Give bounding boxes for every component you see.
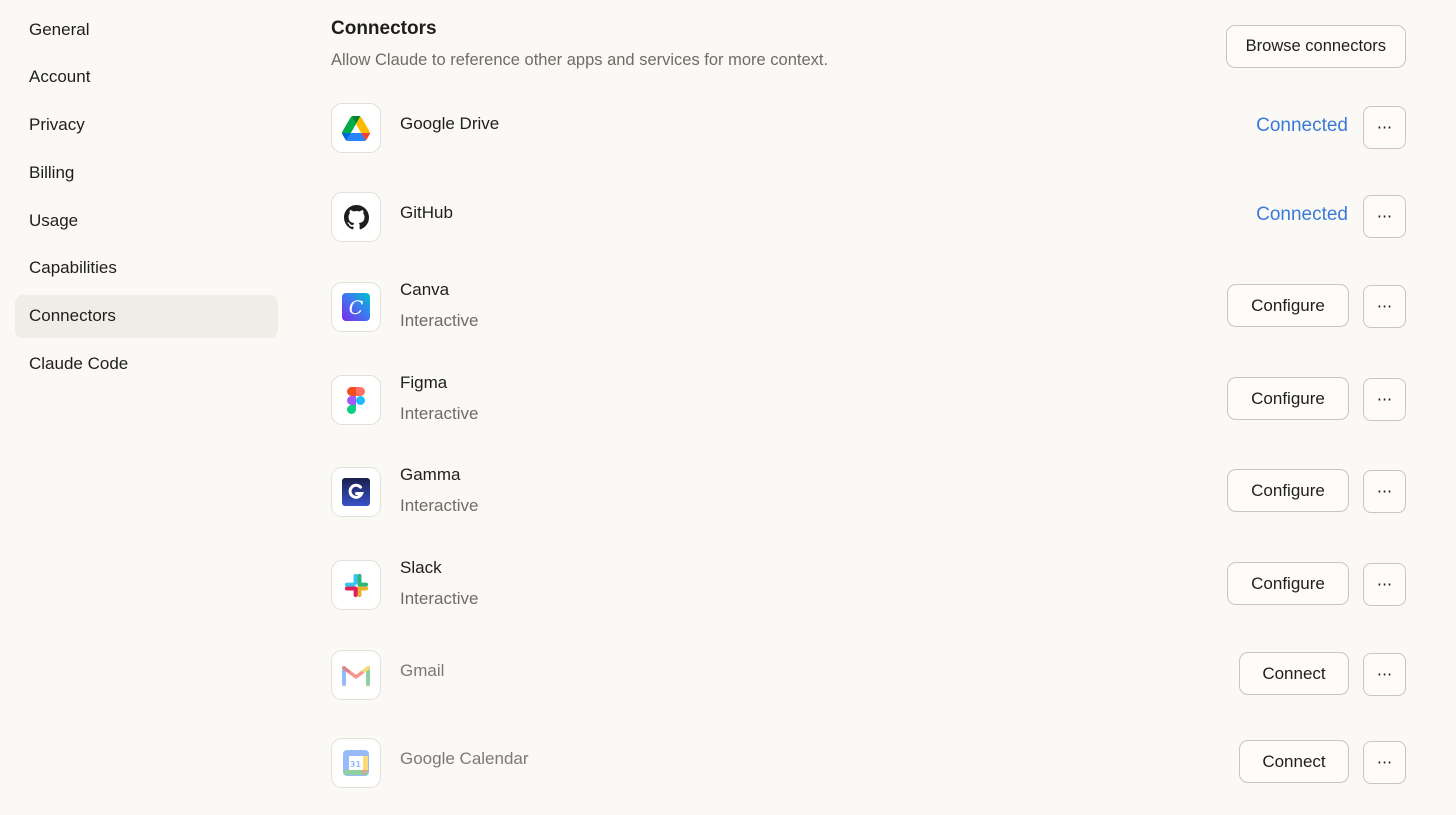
svg-text:C: C [349, 297, 364, 319]
connector-name: Canva [400, 280, 450, 299]
connector-name: Google Calendar [400, 749, 529, 768]
more-options-button[interactable]: ··· [1363, 195, 1406, 238]
configure-button[interactable]: Configure [1227, 562, 1349, 605]
more-options-button[interactable]: ··· [1363, 285, 1406, 328]
sidebar-item-general[interactable]: General [15, 8, 278, 51]
connect-button[interactable]: Connect [1239, 652, 1349, 695]
connector-name: Slack [400, 558, 442, 577]
connector-subtitle: Interactive [400, 404, 479, 423]
more-options-button[interactable]: ··· [1363, 563, 1406, 606]
connector-row-google-calendar: 31 Google Calendar Connect ··· [331, 738, 1406, 790]
gamma-icon [331, 467, 381, 517]
canva-icon: C [331, 282, 381, 332]
connector-row-gmail: Gmail Connect ··· [331, 650, 1406, 702]
more-options-button[interactable]: ··· [1363, 106, 1406, 149]
connector-row-gamma: Gamma Interactive Configure ··· [331, 465, 1406, 519]
slack-icon [331, 560, 381, 610]
sidebar-item-billing[interactable]: Billing [15, 151, 278, 194]
connector-name: Gmail [400, 661, 445, 680]
connected-status-link[interactable]: Connected [1256, 115, 1348, 137]
sidebar-item-account[interactable]: Account [15, 56, 278, 99]
more-options-button[interactable]: ··· [1363, 378, 1406, 421]
connector-row-figma: Figma Interactive Configure ··· [331, 373, 1406, 427]
connector-subtitle: Interactive [400, 496, 479, 515]
connector-name: Google Drive [400, 114, 500, 133]
more-options-button[interactable]: ··· [1363, 470, 1406, 513]
connector-name: Figma [400, 373, 448, 392]
connector-row-github: GitHub Connected ··· [331, 192, 1406, 244]
sidebar-item-usage[interactable]: Usage [15, 199, 278, 242]
connect-button[interactable]: Connect [1239, 740, 1349, 783]
connector-subtitle: Interactive [400, 311, 479, 330]
connectors-header: Connectors Allow Claude to reference oth… [331, 18, 1406, 78]
github-icon [331, 192, 381, 242]
sidebar-item-connectors[interactable]: Connectors [15, 294, 278, 338]
browse-connectors-button[interactable]: Browse connectors [1225, 25, 1406, 68]
gmail-icon [331, 650, 381, 700]
connector-subtitle: Interactive [400, 589, 479, 608]
configure-button[interactable]: Configure [1227, 469, 1349, 512]
more-options-button[interactable]: ··· [1363, 741, 1406, 784]
configure-button[interactable]: Configure [1227, 284, 1349, 327]
google-drive-icon [331, 103, 381, 153]
connector-row-canva: C Canva Interactive Configure ··· [331, 280, 1406, 334]
connector-name: GitHub [400, 203, 453, 222]
sidebar-item-privacy[interactable]: Privacy [15, 104, 278, 147]
connector-name: Gamma [400, 465, 461, 484]
configure-button[interactable]: Configure [1227, 377, 1349, 420]
google-calendar-icon: 31 [331, 738, 381, 788]
settings-sidebar: General Account Privacy Billing Usage Ca… [15, 8, 278, 390]
sidebar-item-capabilities[interactable]: Capabilities [15, 247, 278, 290]
connector-row-slack: Slack Interactive Configure ··· [331, 558, 1406, 612]
sidebar-item-claude-code[interactable]: Claude Code [15, 343, 278, 386]
figma-icon [331, 375, 381, 425]
calendar-day-label: 31 [350, 760, 362, 769]
connected-status-link[interactable]: Connected [1256, 204, 1348, 226]
connector-row-google-drive: Google Drive Connected ··· [331, 103, 1406, 155]
more-options-button[interactable]: ··· [1363, 653, 1406, 696]
